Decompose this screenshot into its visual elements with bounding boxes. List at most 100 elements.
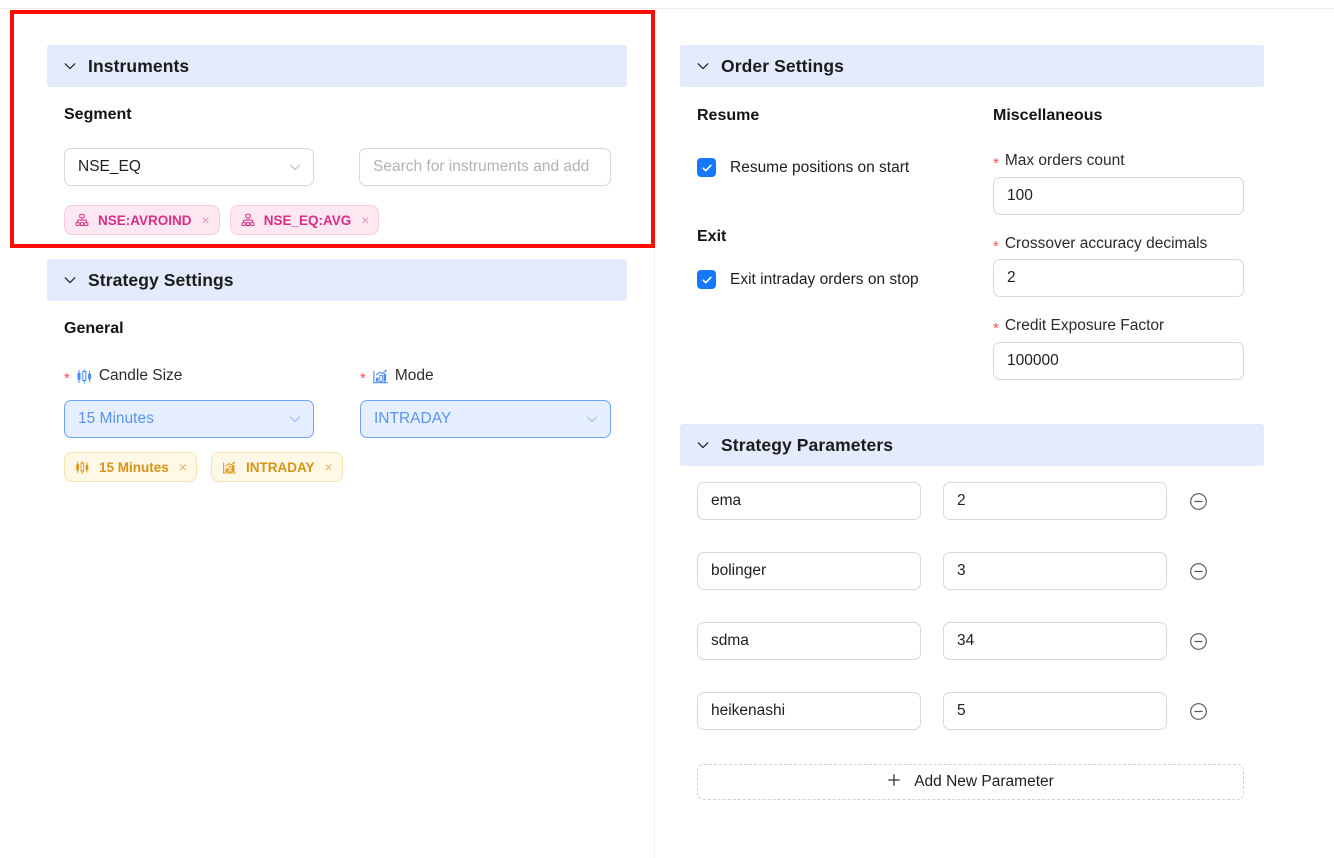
bar-chart-trend-icon bbox=[372, 368, 389, 385]
parameter-row: sdma 34 bbox=[697, 622, 1208, 660]
instrument-search-input[interactable]: Search for instruments and add bbox=[359, 148, 611, 186]
candle-size-label-row: * Candle Size bbox=[64, 367, 183, 387]
minus-circle-icon[interactable] bbox=[1189, 562, 1208, 581]
strategy-settings-panel: Strategy Settings bbox=[47, 259, 627, 301]
parameter-value-input[interactable]: 5 bbox=[943, 692, 1167, 730]
close-icon[interactable]: × bbox=[202, 213, 210, 227]
parameter-value-input[interactable]: 34 bbox=[943, 622, 1167, 660]
resume-group-label: Resume bbox=[697, 107, 760, 124]
minus-circle-icon[interactable] bbox=[1189, 492, 1208, 511]
parameter-name-value: ema bbox=[711, 492, 742, 509]
required-asterisk: * bbox=[360, 369, 366, 387]
parameter-value-value: 34 bbox=[957, 632, 975, 649]
parameter-row: ema 2 bbox=[697, 482, 1208, 520]
crossover-accuracy-value: 2 bbox=[1007, 269, 1016, 286]
minus-circle-icon[interactable] bbox=[1189, 702, 1208, 721]
chevron-down-icon[interactable] bbox=[63, 273, 77, 287]
chevron-down-icon[interactable] bbox=[696, 59, 710, 73]
candle-size-chip-label: 15 Minutes bbox=[99, 459, 169, 475]
close-icon[interactable]: × bbox=[179, 460, 187, 474]
strategy-settings-title: Strategy Settings bbox=[88, 269, 234, 290]
strategy-chip-list: 15 Minutes × INTRADAY × bbox=[64, 452, 343, 482]
parameter-name-value: bolinger bbox=[711, 562, 767, 579]
instrument-chip-label: NSE_EQ:AVG bbox=[263, 212, 352, 228]
parameter-value-value: 2 bbox=[957, 492, 966, 509]
credit-exposure-label-row: * Credit Exposure Factor bbox=[993, 317, 1165, 337]
parameter-value-input[interactable]: 2 bbox=[943, 482, 1167, 520]
mode-chip[interactable]: INTRADAY × bbox=[210, 452, 343, 482]
mode-chip-label: INTRADAY bbox=[245, 459, 315, 475]
instrument-chip-list: NSE:AVROIND × NSE_EQ:AVG × bbox=[64, 205, 380, 235]
required-asterisk: * bbox=[993, 154, 999, 172]
credit-exposure-input[interactable]: 100000 bbox=[993, 342, 1244, 380]
parameter-value-value: 3 bbox=[957, 562, 966, 579]
instrument-search-placeholder: Search for instruments and add bbox=[373, 158, 590, 175]
instruments-title: Instruments bbox=[88, 55, 190, 76]
candle-size-chip[interactable]: 15 Minutes × bbox=[64, 452, 197, 482]
mode-label-row: * Mode bbox=[360, 367, 434, 387]
segment-label: Segment bbox=[64, 106, 132, 123]
mode-select[interactable]: INTRADAY bbox=[360, 400, 611, 438]
exit-intraday-checkbox-row[interactable]: Exit intraday orders on stop bbox=[697, 270, 919, 289]
exit-intraday-label: Exit intraday orders on stop bbox=[730, 270, 919, 288]
required-asterisk: * bbox=[993, 319, 999, 337]
chevron-down-icon bbox=[585, 412, 599, 426]
candlestick-chart-icon bbox=[76, 368, 93, 385]
max-orders-count-input[interactable]: 100 bbox=[993, 177, 1244, 215]
parameter-name-input[interactable]: sdma bbox=[697, 622, 921, 660]
max-orders-count-value: 100 bbox=[1007, 187, 1033, 204]
sitemap-icon bbox=[75, 213, 89, 227]
strategy-parameters-section-header[interactable]: Strategy Parameters bbox=[680, 424, 1264, 466]
chevron-down-icon[interactable] bbox=[63, 59, 77, 73]
parameter-name-input[interactable]: heikenashi bbox=[697, 692, 921, 730]
parameter-value-input[interactable]: 3 bbox=[943, 552, 1167, 590]
credit-exposure-label: Credit Exposure Factor bbox=[1004, 317, 1165, 334]
segment-select-value: NSE_EQ bbox=[78, 158, 141, 175]
checkbox-checked-icon[interactable] bbox=[697, 270, 716, 289]
order-settings-title: Order Settings bbox=[721, 55, 844, 76]
mode-label: Mode bbox=[394, 367, 434, 384]
crossover-accuracy-label-row: * Crossover accuracy decimals bbox=[993, 235, 1208, 254]
minus-circle-icon[interactable] bbox=[1189, 632, 1208, 651]
strategy-configuration-page: Instruments Segment NSE_EQ Search for in… bbox=[0, 0, 1334, 858]
chevron-down-icon[interactable] bbox=[696, 438, 710, 452]
order-settings-panel: Order Settings bbox=[680, 45, 1264, 87]
parameter-name-input[interactable]: ema bbox=[697, 482, 921, 520]
strategy-settings-section-header[interactable]: Strategy Settings bbox=[47, 259, 627, 301]
right-column: Order Settings Resume Resume positions o… bbox=[655, 0, 1334, 858]
max-orders-count-label: Max orders count bbox=[1004, 152, 1125, 169]
candle-size-label: Candle Size bbox=[98, 367, 183, 384]
parameter-value-value: 5 bbox=[957, 702, 966, 719]
segment-select[interactable]: NSE_EQ bbox=[64, 148, 314, 186]
max-orders-count-label-row: * Max orders count bbox=[993, 152, 1125, 172]
credit-exposure-value: 100000 bbox=[1007, 352, 1059, 369]
plus-icon bbox=[887, 773, 901, 791]
crossover-accuracy-label: Crossover accuracy decimals bbox=[1004, 235, 1208, 252]
resume-positions-checkbox-row[interactable]: Resume positions on start bbox=[697, 158, 909, 177]
strategy-parameters-title: Strategy Parameters bbox=[721, 434, 894, 455]
left-column: Instruments Segment NSE_EQ Search for in… bbox=[0, 0, 654, 858]
close-icon[interactable]: × bbox=[361, 213, 369, 227]
checkbox-checked-icon[interactable] bbox=[697, 158, 716, 177]
parameter-name-input[interactable]: bolinger bbox=[697, 552, 921, 590]
chevron-down-icon bbox=[288, 160, 302, 174]
required-asterisk: * bbox=[64, 369, 70, 387]
general-label: General bbox=[64, 320, 124, 337]
parameter-row: heikenashi 5 bbox=[697, 692, 1208, 730]
instrument-chip[interactable]: NSE:AVROIND × bbox=[64, 205, 220, 235]
add-new-parameter-label: Add New Parameter bbox=[914, 773, 1054, 790]
resume-positions-label: Resume positions on start bbox=[730, 158, 910, 176]
close-icon[interactable]: × bbox=[324, 460, 332, 474]
bar-chart-trend-icon bbox=[222, 460, 237, 475]
chevron-down-icon bbox=[288, 412, 302, 426]
sitemap-icon bbox=[241, 213, 255, 227]
crossover-accuracy-input[interactable]: 2 bbox=[993, 259, 1244, 297]
order-settings-section-header[interactable]: Order Settings bbox=[680, 45, 1264, 87]
instrument-chip-label: NSE:AVROIND bbox=[98, 212, 192, 228]
add-new-parameter-button[interactable]: Add New Parameter bbox=[697, 764, 1244, 800]
strategy-parameters-panel: Strategy Parameters bbox=[680, 424, 1264, 466]
candle-size-select[interactable]: 15 Minutes bbox=[64, 400, 314, 438]
candle-size-select-value: 15 Minutes bbox=[78, 410, 154, 427]
instrument-chip[interactable]: NSE_EQ:AVG × bbox=[229, 205, 380, 235]
instruments-section-header[interactable]: Instruments bbox=[47, 45, 627, 87]
